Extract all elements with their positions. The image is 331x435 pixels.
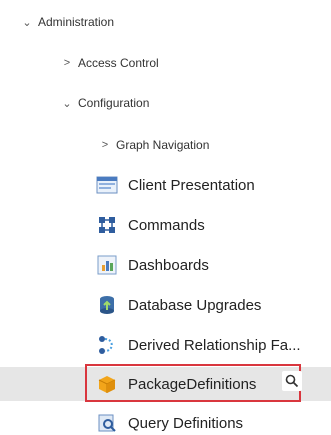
- chevron-right-icon[interactable]: >: [100, 139, 110, 151]
- tree-node-administration[interactable]: ⌄ Administration: [0, 12, 331, 32]
- client-presentation-icon: [96, 175, 118, 195]
- tree-item-label: Commands: [128, 216, 205, 234]
- tree-item-query-definitions[interactable]: Query Definitions: [0, 411, 331, 435]
- tree-node-label: Access Control: [78, 56, 159, 70]
- tree-node-label: Configuration: [78, 96, 150, 110]
- search-button[interactable]: [282, 371, 302, 391]
- selection-highlight: [85, 364, 301, 402]
- database-upgrades-icon: [96, 295, 118, 315]
- tree-item-label: Client Presentation: [128, 176, 255, 194]
- tree-item-label: Derived Relationship Fa...: [128, 336, 301, 354]
- dashboards-icon: [96, 255, 118, 275]
- tree-item-derived-relationship[interactable]: Derived Relationship Fa...: [0, 332, 331, 358]
- tree-item-database-upgrades[interactable]: Database Upgrades: [0, 292, 331, 318]
- tree-item-label: Database Upgrades: [128, 296, 262, 314]
- derived-relationship-icon: [96, 335, 118, 355]
- chevron-down-icon[interactable]: ⌄: [22, 16, 32, 29]
- tree-item-label: Dashboards: [128, 256, 209, 274]
- commands-icon: [96, 215, 118, 235]
- chevron-down-icon[interactable]: ⌄: [62, 97, 72, 110]
- tree-item-client-presentation[interactable]: Client Presentation: [0, 172, 331, 198]
- tree-node-label: Administration: [38, 15, 115, 29]
- tree-node-configuration[interactable]: ⌄ Configuration: [0, 93, 331, 113]
- tree-node-access-control[interactable]: > Access Control: [0, 53, 331, 73]
- tree-node-graph-navigation[interactable]: > Graph Navigation: [0, 135, 331, 155]
- query-definitions-icon: [96, 413, 118, 433]
- chevron-right-icon[interactable]: >: [62, 57, 72, 69]
- navigation-tree: ⌄ Administration > Access Control ⌄ Conf…: [0, 0, 331, 435]
- tree-item-label: Query Definitions: [128, 414, 244, 432]
- tree-node-label: Graph Navigation: [116, 138, 210, 152]
- search-icon: [285, 374, 299, 388]
- tree-item-commands[interactable]: Commands: [0, 212, 331, 238]
- tree-item-dashboards[interactable]: Dashboards: [0, 252, 331, 278]
